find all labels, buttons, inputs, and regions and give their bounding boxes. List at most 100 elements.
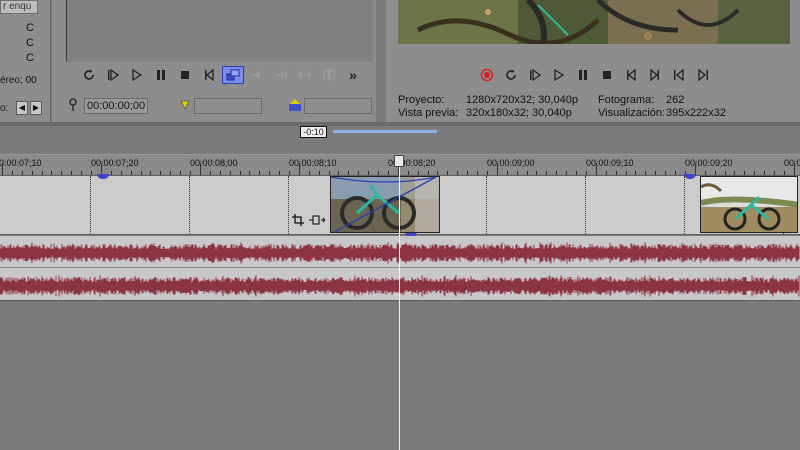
play-button[interactable] [126, 66, 148, 84]
playhead-cursor[interactable] [399, 155, 400, 450]
crop-icon[interactable] [292, 214, 304, 229]
insert-button[interactable] [246, 66, 268, 84]
project-value: 1280x720x32; 30,040p [466, 94, 578, 106]
fit-icon [298, 71, 312, 79]
ruler-label: 00:0 [784, 158, 800, 168]
next-frame-button[interactable] [692, 66, 714, 84]
ruler-tick [91, 171, 92, 175]
split-button[interactable] [318, 66, 340, 84]
ruler-tick [42, 171, 43, 175]
ruler-tick [190, 171, 191, 175]
ruler-tick [616, 171, 617, 175]
ruler-tick [338, 171, 339, 175]
stop-button[interactable] [174, 66, 196, 84]
trimmer-display[interactable] [66, 0, 373, 62]
loop-button[interactable] [78, 66, 100, 84]
snap-marker[interactable] [97, 174, 109, 179]
preview-play-button[interactable] [548, 66, 570, 84]
ruler-tick [566, 171, 567, 175]
audio-track[interactable] [0, 236, 800, 301]
ruler-tick [675, 171, 676, 175]
grid-line [90, 176, 91, 234]
preview-go-to-start-button[interactable] [620, 66, 642, 84]
ruler-tick [626, 171, 627, 175]
scroll-left-button[interactable]: ◀ [16, 101, 28, 115]
preview-stop-button[interactable] [596, 66, 618, 84]
mark-in-field[interactable] [194, 98, 262, 114]
fit-button[interactable] [294, 66, 316, 84]
more-button[interactable]: » [342, 66, 364, 84]
zoom-label: -0:10 [300, 126, 327, 138]
ruler-tick [51, 171, 52, 175]
previous-frame-button[interactable] [668, 66, 690, 84]
snap-marker[interactable] [684, 174, 696, 179]
preview-frame-image [398, 0, 790, 44]
video-clip-bike[interactable] [700, 176, 798, 233]
ruler-tick [467, 171, 468, 175]
ruler-tick [418, 171, 419, 175]
pause-button[interactable] [150, 66, 172, 84]
ruler-tick [348, 171, 349, 175]
audio-waveform-left [0, 242, 800, 264]
ruler-tick [210, 171, 211, 175]
ruler-tick [2, 163, 3, 175]
playhead-handle[interactable] [394, 155, 404, 167]
play-from-start-icon [108, 68, 120, 82]
previous-frame-icon [674, 68, 684, 82]
add-button[interactable] [270, 66, 292, 84]
ruler-tick [774, 171, 775, 175]
c-label-1[interactable]: C [26, 22, 34, 34]
go-to-start-button[interactable] [198, 66, 220, 84]
ruler-label: 00:00:07;10 [0, 158, 42, 168]
ruler-label: 00:00:08;10 [289, 158, 337, 168]
play-from-start-button[interactable] [102, 66, 124, 84]
record-button[interactable] [476, 66, 498, 84]
trimmer-transport-bar: » [78, 66, 364, 84]
mark-out-icon[interactable] [288, 98, 302, 112]
preview-go-to-end-button[interactable] [644, 66, 666, 84]
video-track[interactable] [0, 174, 800, 237]
overwrite-button[interactable] [222, 66, 244, 84]
c-label-2[interactable]: C [26, 37, 34, 49]
ruler-tick [497, 163, 498, 175]
ruler-tick [121, 171, 122, 175]
grid-line [684, 176, 685, 234]
mark-out-field[interactable] [304, 98, 372, 114]
ruler-tick [437, 171, 438, 175]
mark-in-icon[interactable] [180, 100, 190, 110]
stop-icon [181, 71, 189, 79]
timecode-pin-icon [69, 98, 77, 111]
timeline-empty-area[interactable] [0, 301, 800, 450]
ruler-tick [279, 171, 280, 175]
ruler-tick [249, 171, 250, 175]
ruler-tick [368, 171, 369, 175]
c-label-3[interactable]: C [26, 52, 34, 64]
ruler-tick [794, 163, 795, 175]
video-preview-panel: Proyecto: 1280x720x32; 30,040p Fotograma… [386, 0, 800, 122]
ruler-tick [200, 163, 201, 175]
trimmer-timecode[interactable]: 00:00:00;00 [84, 98, 148, 114]
ruler-tick [596, 163, 597, 175]
ruler-tick [378, 171, 379, 175]
ruler-tick [180, 171, 181, 175]
ruler-tick [635, 171, 636, 175]
audio-waveform-right [0, 275, 800, 297]
preview-play-from-start-button[interactable] [524, 66, 546, 84]
ruler-tick [329, 171, 330, 175]
zoom-range-bar[interactable] [333, 130, 437, 133]
ruler-label: 00:00:09;20 [685, 158, 733, 168]
scroll-right-button[interactable]: ▶ [30, 101, 42, 115]
preview-loop-button[interactable] [500, 66, 522, 84]
ruler-label: 00:00:09;00 [487, 158, 535, 168]
ruler-label: 00:00:09;10 [586, 158, 634, 168]
ruler-tick [111, 171, 112, 175]
video-clip-transition[interactable] [330, 176, 440, 233]
left-text-input[interactable]: r enqu [0, 0, 38, 14]
pan-crop-icon[interactable] [309, 214, 326, 229]
loop-icon [84, 69, 94, 80]
grid-line [486, 176, 487, 234]
preview-pause-button[interactable] [572, 66, 594, 84]
channel-divider [0, 267, 800, 268]
ruler-tick [131, 171, 132, 175]
ruler-tick [754, 171, 755, 175]
